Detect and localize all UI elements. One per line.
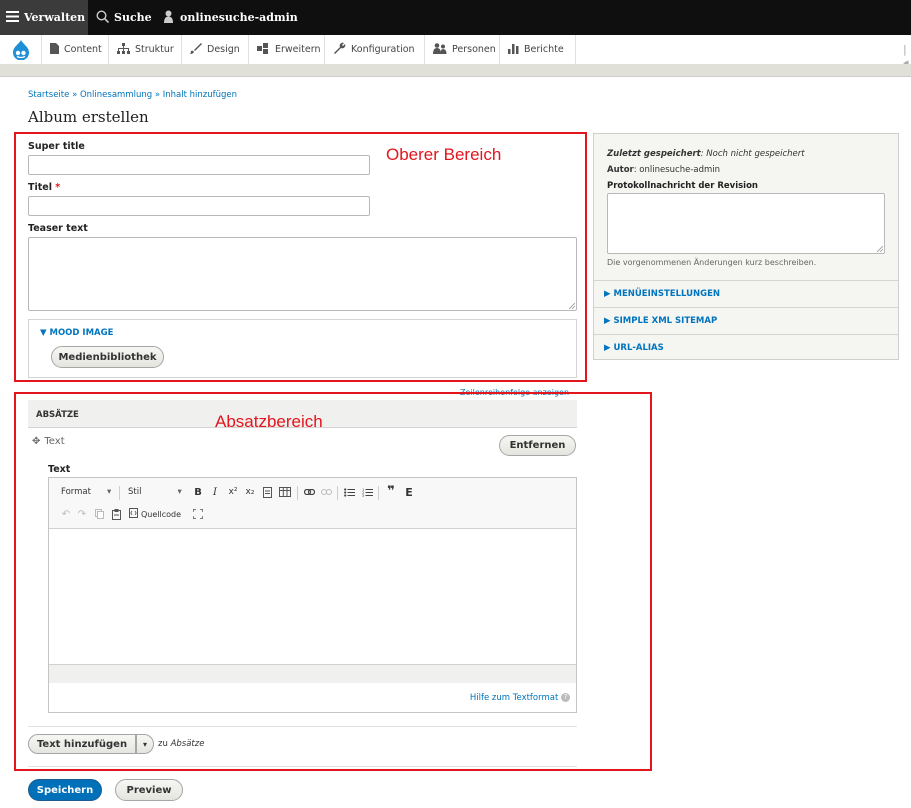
tray-item-label: Personen: [452, 44, 496, 55]
tray-item-design[interactable]: Design: [182, 35, 249, 64]
paragraph-area-annotation-box: [14, 392, 652, 771]
revision-label: Protokollnachricht der Revision: [607, 181, 758, 191]
url-alias-toggle[interactable]: ▶ URL-ALIAS: [594, 334, 898, 361]
meta-sidebar: Zuletzt gespeichert: Noch nicht gespeich…: [593, 133, 899, 360]
user-label: onlinesuche-admin: [180, 11, 298, 24]
puzzle-icon: [257, 42, 270, 57]
tray-item-extend[interactable]: Erweitern: [249, 35, 325, 64]
breadcrumb-separator: »: [72, 90, 78, 100]
tray-item-label: Struktur: [135, 44, 174, 55]
tray-item-label: Erweitern: [275, 44, 321, 55]
page-title: Album erstellen: [28, 108, 149, 126]
tray-item-label: Design: [207, 44, 240, 55]
last-saved-text: Zuletzt gespeichert: Noch nicht gespeich…: [607, 149, 805, 159]
search-tab[interactable]: Suche: [96, 0, 152, 35]
admin-tray: Content Struktur Design Erweitern Konfig…: [0, 35, 911, 69]
breadcrumb-add-content[interactable]: Inhalt hinzufügen: [163, 90, 237, 100]
paintbrush-icon: [190, 42, 202, 57]
revision-help: Die vorgenommenen Änderungen kurz beschr…: [607, 258, 817, 267]
drupal-logo-icon[interactable]: [0, 35, 42, 64]
manage-tab[interactable]: Verwalten: [0, 0, 88, 35]
preview-button[interactable]: Preview: [115, 779, 183, 801]
last-saved-value: : Noch nicht gespeichert: [700, 149, 805, 159]
xml-sitemap-toggle[interactable]: ▶ SIMPLE XML SITEMAP: [594, 307, 898, 334]
tray-item-label: Berichte: [524, 44, 564, 55]
author-value: : onlinesuche-admin: [633, 165, 721, 175]
search-icon: [96, 9, 110, 26]
revision-textarea[interactable]: [607, 193, 885, 254]
toolbar-shadow-bar: [0, 64, 911, 77]
tray-item-structure[interactable]: Struktur: [109, 35, 182, 64]
tray-item-content[interactable]: Content: [42, 35, 109, 64]
tray-item-configuration[interactable]: Konfiguration: [325, 35, 425, 64]
sitemap-icon: [117, 42, 130, 57]
tray-item-label: Content: [64, 44, 102, 55]
author-text: Autor: onlinesuche-admin: [607, 165, 720, 175]
search-label: Suche: [114, 11, 152, 24]
admin-toolbar: Verwalten Suche onlinesuche-admin: [0, 0, 911, 35]
breadcrumb-separator: »: [154, 90, 161, 100]
last-saved-label: Zuletzt gespeichert: [607, 149, 701, 159]
upper-area-annotation-box: [14, 132, 587, 382]
user-icon: [163, 10, 174, 26]
paragraph-area-annotation-label: Absatzbereich: [215, 412, 323, 431]
manage-label: Verwalten: [24, 11, 86, 24]
tray-item-people[interactable]: Personen: [425, 35, 500, 64]
upper-area-annotation-label: Oberer Bereich: [386, 145, 502, 164]
breadcrumb-collection[interactable]: Onlinesammlung: [80, 90, 152, 100]
file-icon: [50, 42, 59, 57]
hamburger-icon: [6, 10, 19, 25]
author-label: Autor: [607, 165, 634, 175]
breadcrumb: Startseite » Onlinesammlung » Inhalt hin…: [28, 90, 237, 100]
menu-settings-toggle[interactable]: ▶ MENÜEINSTELLUNGEN: [594, 280, 898, 307]
barchart-icon: [508, 42, 519, 57]
wrench-icon: [333, 42, 346, 57]
breadcrumb-home[interactable]: Startseite: [28, 90, 69, 100]
user-tab[interactable]: onlinesuche-admin: [163, 0, 298, 35]
people-icon: [433, 42, 447, 57]
tray-item-label: Konfiguration: [351, 44, 415, 55]
tray-item-reports[interactable]: Berichte: [500, 35, 576, 64]
resize-handle-icon[interactable]: [877, 246, 883, 252]
save-button[interactable]: Speichern: [28, 779, 102, 801]
